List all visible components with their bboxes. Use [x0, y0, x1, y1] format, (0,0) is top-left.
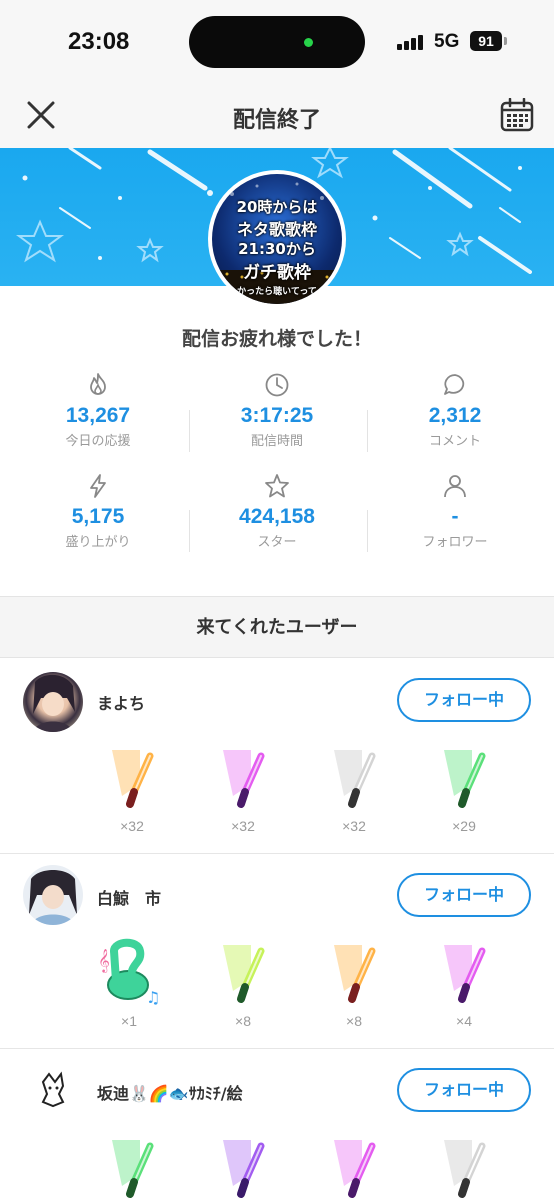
glowstick-icon — [334, 945, 376, 1003]
stat-value: 2,312 — [428, 404, 482, 427]
avatar-image — [41, 1071, 65, 1108]
glowstick-icon — [223, 750, 265, 808]
stream-thumbnail: 20時からは ネタ歌歌枠 21:30から ガチ歌枠 かったら聴いてって — [208, 170, 346, 308]
gift-item: 𝄞 ♫ ×1 — [94, 937, 164, 1029]
completion-message: 配信お疲れ様でした！ — [181, 328, 372, 350]
glowstick-icon — [223, 1140, 265, 1198]
gift-count: ×32 — [120, 818, 144, 834]
glowstick-icon — [444, 1140, 486, 1198]
nav-bar: 配信終了 — [0, 86, 554, 148]
battery-icon: 91 — [470, 31, 502, 51]
battery-tip — [504, 37, 507, 45]
gift-item: ×4 — [429, 941, 499, 1029]
gift-item: ×32 — [319, 746, 389, 834]
dynamic-island — [189, 16, 365, 68]
thumbnail-text-3: 21:30から — [238, 240, 316, 258]
svg-text:𝄞: 𝄞 — [98, 948, 110, 973]
gift-item — [319, 1136, 389, 1200]
stat-value: 3:17:25 — [240, 404, 314, 427]
signal-icon — [397, 34, 425, 50]
thumbnail-text-4: ガチ歌枠 — [243, 263, 311, 283]
stat-value: 424,158 — [239, 505, 315, 528]
stat-label: 配信時間 — [250, 434, 303, 449]
avatar[interactable] — [23, 865, 83, 925]
glowstick-icon — [112, 1140, 154, 1198]
glowstick-icon — [223, 945, 265, 1003]
glowstick-icon — [334, 1140, 376, 1198]
section-title: 来てくれたユーザー — [196, 617, 358, 638]
gift-item: ×8 — [208, 941, 278, 1029]
gift-count: ×32 — [231, 818, 255, 834]
stat-label: 盛り上がり — [65, 535, 131, 550]
comment-icon — [444, 374, 465, 395]
glowstick-icon — [444, 750, 486, 808]
gift-count: ×8 — [346, 1013, 362, 1029]
avatar[interactable] — [23, 672, 83, 732]
stat-excitement: 5,175 盛り上がり — [6, 473, 190, 550]
gift-item: ×32 — [208, 746, 278, 834]
avatar[interactable] — [23, 1060, 83, 1120]
user-name[interactable]: 坂迪🐰🌈🐟ｻｶﾐﾁ/絵 — [97, 1080, 243, 1104]
gift-item — [97, 1136, 167, 1200]
follow-button[interactable]: フォロー中 — [397, 1068, 531, 1112]
page-title: 配信終了 — [232, 108, 321, 133]
gift-item — [208, 1136, 278, 1200]
status-time: 23:08 — [68, 28, 130, 55]
music-note-icon: 𝄞 ♫ — [98, 938, 160, 1007]
stat-label: 今日の応援 — [65, 434, 131, 449]
svg-text:♫: ♫ — [146, 988, 160, 1007]
stat-comments: 2,312 コメント — [363, 372, 547, 449]
thumbnail-text-1: 20時からは — [236, 198, 318, 216]
stat-value: 13,267 — [65, 404, 131, 427]
glowstick-icon — [112, 750, 154, 808]
gift-count: ×8 — [235, 1013, 251, 1029]
network-type: 5G — [434, 31, 460, 52]
stat-value: - — [451, 505, 459, 528]
gift-count: ×32 — [342, 818, 366, 834]
stat-cheer: 13,267 今日の応援 — [6, 372, 190, 449]
stat-label: コメント — [428, 434, 481, 449]
follow-button[interactable]: フォロー中 — [397, 678, 531, 722]
user-name[interactable]: 白鯨 市 — [97, 885, 161, 909]
row-divider — [0, 1048, 554, 1049]
avatar-image — [29, 870, 77, 925]
stat-value: 5,175 — [71, 505, 125, 528]
row-divider — [0, 853, 554, 854]
glowstick-icon — [334, 750, 376, 808]
star-icon — [265, 474, 289, 498]
visitors-section-header: 来てくれたユーザー — [0, 596, 554, 658]
stat-stars: 424,158 スター — [185, 473, 369, 550]
gift-count: ×1 — [121, 1013, 137, 1029]
person-icon — [444, 475, 466, 498]
gift-item: ×29 — [429, 746, 499, 834]
avatar-image — [33, 674, 75, 732]
lightning-icon — [90, 474, 106, 498]
flame-icon — [90, 373, 106, 395]
gift-item: ×32 — [97, 746, 167, 834]
calendar-icon[interactable] — [500, 98, 534, 132]
stat-label: スター — [257, 535, 297, 550]
gift-count: ×29 — [452, 818, 476, 834]
user-name[interactable]: まよち — [97, 690, 145, 714]
stat-label: フォロワー — [422, 535, 488, 550]
thumbnail-text-2: ネタ歌歌枠 — [236, 220, 317, 239]
gift-item: ×8 — [319, 941, 389, 1029]
gift-count: ×4 — [456, 1013, 472, 1029]
glowstick-icon — [444, 945, 486, 1003]
stream-thumbnail-image: 20時からは ネタ歌歌枠 21:30から ガチ歌枠 かったら聴いてって — [212, 174, 342, 304]
stat-duration: 3:17:25 配信時間 — [185, 372, 369, 449]
thumbnail-text-5: かったら聴いてって — [237, 287, 317, 297]
camera-indicator-icon — [304, 38, 313, 47]
stat-followers: - フォロワー — [363, 473, 547, 550]
clock-icon — [265, 373, 289, 397]
gift-item — [429, 1136, 499, 1200]
status-bar: 23:08 5G 91 — [0, 0, 554, 86]
follow-button[interactable]: フォロー中 — [397, 873, 531, 917]
